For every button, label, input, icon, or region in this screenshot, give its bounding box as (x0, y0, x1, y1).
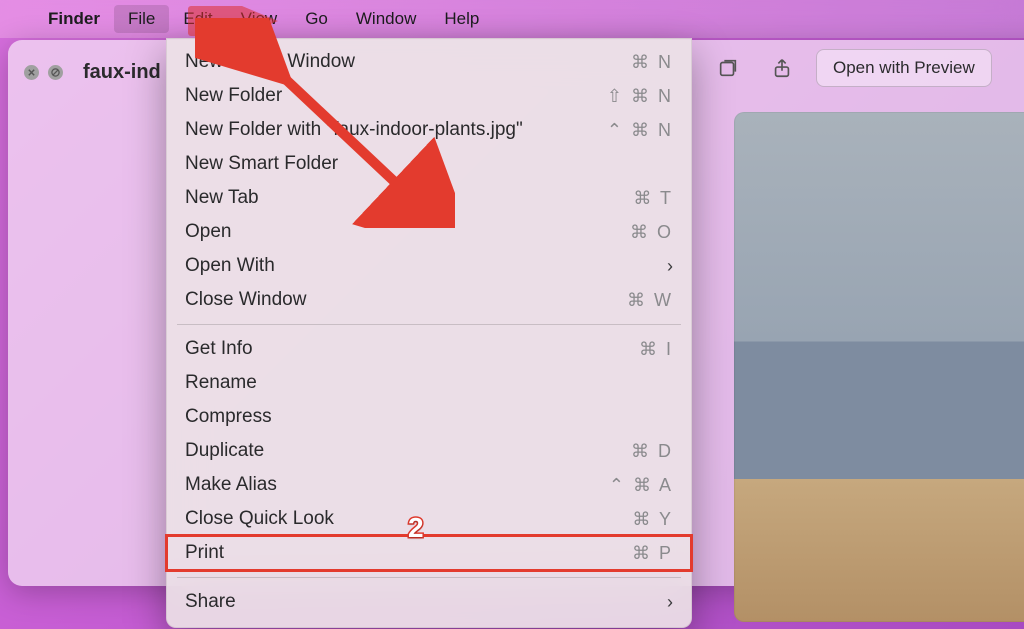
menu-item-open-with[interactable]: Open With› (167, 249, 691, 283)
menubar-item-help[interactable]: Help (430, 5, 493, 33)
menubar-item-go[interactable]: Go (291, 5, 342, 33)
minimize-window-button[interactable] (48, 65, 63, 80)
chevron-right-icon: › (667, 592, 673, 613)
menubar-app[interactable]: Finder (34, 5, 114, 33)
traffic-lights (24, 65, 63, 80)
menu-separator (177, 577, 681, 578)
menu-item-new-smart-folder[interactable]: New Smart Folder (167, 147, 691, 181)
annotation-number-2: 2 (408, 512, 424, 544)
menu-item-get-info[interactable]: Get Info⌘ I (167, 332, 691, 366)
menu-item-rename[interactable]: Rename (167, 366, 691, 400)
menu-item-share[interactable]: Share› (167, 585, 691, 619)
share-icon (771, 57, 793, 79)
share-button[interactable] (762, 48, 802, 88)
menubar-item-window[interactable]: Window (342, 5, 430, 33)
menu-item-close-quick-look[interactable]: Close Quick Look⌘ Y (167, 502, 691, 536)
no-entry-icon (51, 68, 60, 77)
file-menu-dropdown: New Finder Window⌘ N New Folder⇧ ⌘ N New… (166, 38, 692, 628)
close-icon (27, 68, 36, 77)
menubar-item-file[interactable]: File (114, 5, 169, 33)
menubar-item-edit[interactable]: Edit (169, 5, 226, 33)
open-in-new-window-button[interactable] (708, 48, 748, 88)
open-with-preview-button[interactable]: Open with Preview (816, 49, 992, 87)
chevron-right-icon: › (667, 256, 673, 277)
menu-item-new-tab[interactable]: New Tab⌘ T (167, 181, 691, 215)
menubar-item-view[interactable]: View (227, 5, 292, 33)
menu-item-duplicate[interactable]: Duplicate⌘ D (167, 434, 691, 468)
close-window-button[interactable] (24, 65, 39, 80)
menubar: Finder File Edit View Go Window Help (0, 0, 1024, 38)
menu-item-new-folder[interactable]: New Folder⇧ ⌘ N (167, 79, 691, 113)
external-window-icon (717, 57, 739, 79)
annotation-number-1: 1 (412, 188, 428, 220)
quicklook-preview (734, 112, 1024, 622)
menu-item-new-finder-window[interactable]: New Finder Window⌘ N (167, 45, 691, 79)
menu-item-close-window[interactable]: Close Window⌘ W (167, 283, 691, 317)
menu-separator (177, 324, 681, 325)
menu-item-new-folder-with-selection[interactable]: New Folder with "faux-indoor-plants.jpg"… (167, 113, 691, 147)
menu-item-compress[interactable]: Compress (167, 400, 691, 434)
menu-item-open[interactable]: Open⌘ O (167, 215, 691, 249)
menu-item-print[interactable]: Print⌘ P (167, 536, 691, 570)
window-title: faux-ind (83, 61, 161, 84)
menu-item-make-alias[interactable]: Make Alias⌃ ⌘ A (167, 468, 691, 502)
toolbar-right: Open with Preview (708, 48, 1012, 88)
